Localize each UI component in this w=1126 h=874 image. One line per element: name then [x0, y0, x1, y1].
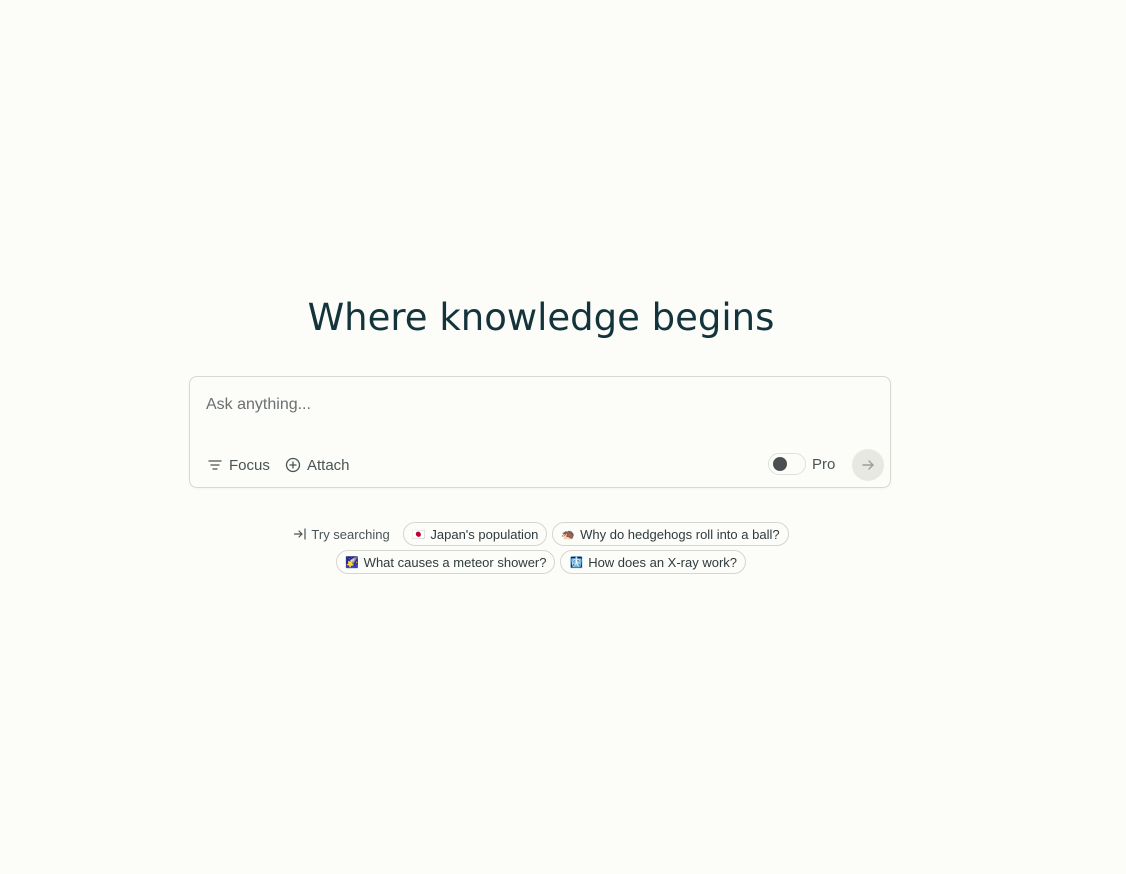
plus-circle-icon	[285, 457, 301, 473]
suggestions: Try searching 🇯🇵 Japan's population 🦔 Wh…	[0, 522, 1082, 574]
pro-toggle-group: Pro	[768, 453, 835, 475]
shooting-star-icon: 🌠	[344, 555, 359, 569]
suggestion-row-1: Try searching 🇯🇵 Japan's population 🦔 Wh…	[293, 522, 789, 546]
focus-button[interactable]: Focus	[207, 453, 270, 477]
hedgehog-icon: 🦔	[561, 527, 576, 541]
suggestion-text: How does an X-ray work?	[588, 554, 738, 570]
try-searching-text: Try searching	[311, 526, 390, 542]
attach-button[interactable]: Attach	[285, 453, 350, 477]
filter-lines-icon	[207, 457, 223, 473]
suggestion-text: Why do hedgehogs roll into a ball?	[580, 526, 780, 542]
search-box: Focus Attach Pro	[189, 376, 891, 488]
suggestion-chip-japan[interactable]: 🇯🇵 Japan's population	[402, 522, 548, 546]
pro-toggle-knob	[773, 457, 787, 471]
arrow-right-icon	[861, 458, 875, 472]
suggestion-row-2: 🌠 What causes a meteor shower? 🩻 How doe…	[335, 550, 747, 574]
suggestion-chip-xray[interactable]: 🩻 How does an X-ray work?	[560, 550, 747, 574]
suggestion-text: Japan's population	[430, 526, 539, 542]
suggestion-chip-hedgehogs[interactable]: 🦔 Why do hedgehogs roll into a ball?	[552, 522, 789, 546]
submit-button[interactable]	[852, 449, 884, 481]
suggestion-text: What causes a meteor shower?	[363, 554, 547, 570]
attach-label: Attach	[307, 456, 350, 474]
search-input[interactable]	[206, 391, 866, 419]
pro-toggle[interactable]	[768, 453, 806, 475]
page-title: Where knowledge begins	[307, 296, 775, 339]
arrow-into-icon	[293, 527, 307, 541]
suggestion-chip-meteor[interactable]: 🌠 What causes a meteor shower?	[335, 550, 556, 574]
try-searching-label: Try searching	[293, 526, 390, 542]
japan-flag-icon: 🇯🇵	[411, 527, 426, 541]
pro-label: Pro	[812, 455, 836, 473]
xray-icon: 🩻	[569, 555, 584, 569]
page: Where knowledge begins Focus Att	[0, 0, 1126, 874]
focus-label: Focus	[229, 456, 270, 474]
